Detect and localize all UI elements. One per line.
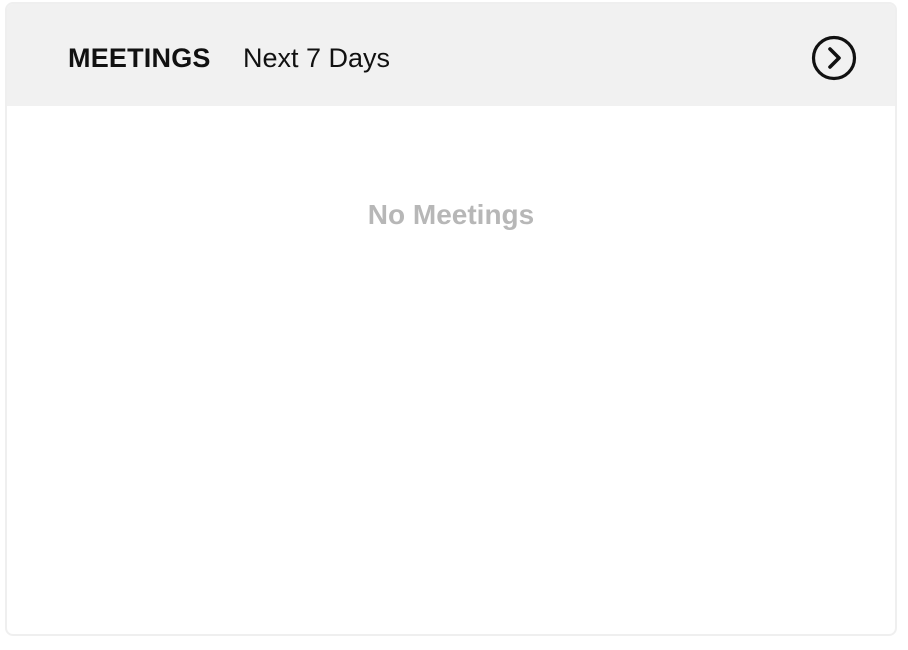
widget-header: MEETINGS Next 7 Days (7, 4, 895, 106)
empty-state-message: No Meetings (367, 199, 535, 230)
chevron-right-circle-icon (811, 35, 857, 81)
widget-body: No Meetings (7, 106, 895, 634)
view-all-meetings-button[interactable] (811, 35, 857, 81)
date-range-label: Next 7 Days (243, 43, 391, 73)
meetings-widget: MEETINGS Next 7 Days No Meetings (5, 2, 897, 636)
widget-title: MEETINGS (68, 43, 211, 73)
